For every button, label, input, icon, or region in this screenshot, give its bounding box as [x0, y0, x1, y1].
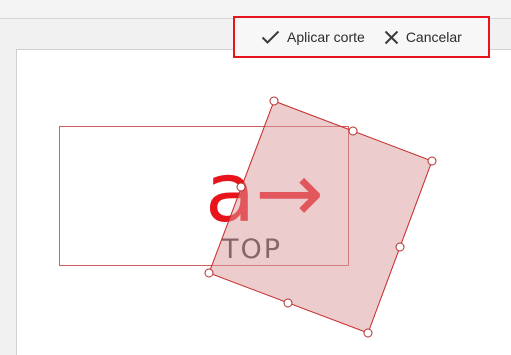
crop-handle-right[interactable] [395, 242, 405, 252]
cancel-label: Cancelar [405, 29, 462, 45]
close-icon [384, 30, 399, 44]
crop-handle-bottom-left[interactable] [204, 268, 214, 278]
apply-crop-label: Aplicar corte [287, 29, 365, 45]
crop-handle-bottom-right[interactable] [363, 328, 373, 338]
apply-crop-button[interactable]: Aplicar corte [261, 18, 365, 56]
cancel-button[interactable]: Cancelar [384, 18, 462, 56]
crop-handle-bottom[interactable] [283, 298, 293, 308]
crop-handle-top-right[interactable] [427, 156, 437, 166]
crop-handle-top[interactable] [348, 126, 358, 136]
crop-area[interactable] [208, 100, 433, 334]
check-icon [261, 30, 280, 44]
crop-handle-top-left[interactable] [269, 96, 279, 106]
crop-toolbar: Aplicar corte Cancelar [233, 16, 490, 58]
crop-handle-left[interactable] [236, 182, 246, 192]
